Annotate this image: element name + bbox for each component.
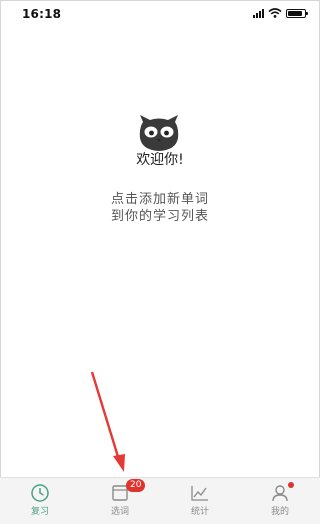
status-time: 16:18 [22,7,62,21]
user-icon [272,485,288,502]
welcome-text: 欢迎你! [136,152,184,168]
tab-stats[interactable]: 统计 [160,478,240,524]
word-count-badge: 20 [126,479,146,492]
tab-stats-label: 统计 [190,507,209,517]
signal-icon [253,8,264,18]
tab-review[interactable]: 复习 [0,478,80,524]
owl-logo-icon [139,115,179,151]
tab-select-words[interactable]: 选词 20 [80,478,160,524]
tab-profile-label: 我的 [270,507,289,517]
status-bar: 16:18 [0,0,320,30]
chart-icon [191,486,208,501]
screen-frame [0,0,320,524]
tab-bar: 复习 选词 20 统计 我的 [0,477,320,524]
add-word-hint[interactable]: 点击添加新单词 到你的学习列表 [0,191,320,225]
tab-select-words-label: 选词 [110,507,129,517]
status-icons [253,8,308,18]
hint-line-2: 到你的学习列表 [110,209,209,224]
wifi-icon [268,8,282,18]
tab-review-label: 复习 [30,507,49,517]
hint-line-1: 点击添加新单词 [110,192,209,207]
notification-dot [288,482,294,488]
tab-profile[interactable]: 我的 [240,478,320,524]
clock-icon [31,484,49,502]
battery-icon [286,8,308,18]
